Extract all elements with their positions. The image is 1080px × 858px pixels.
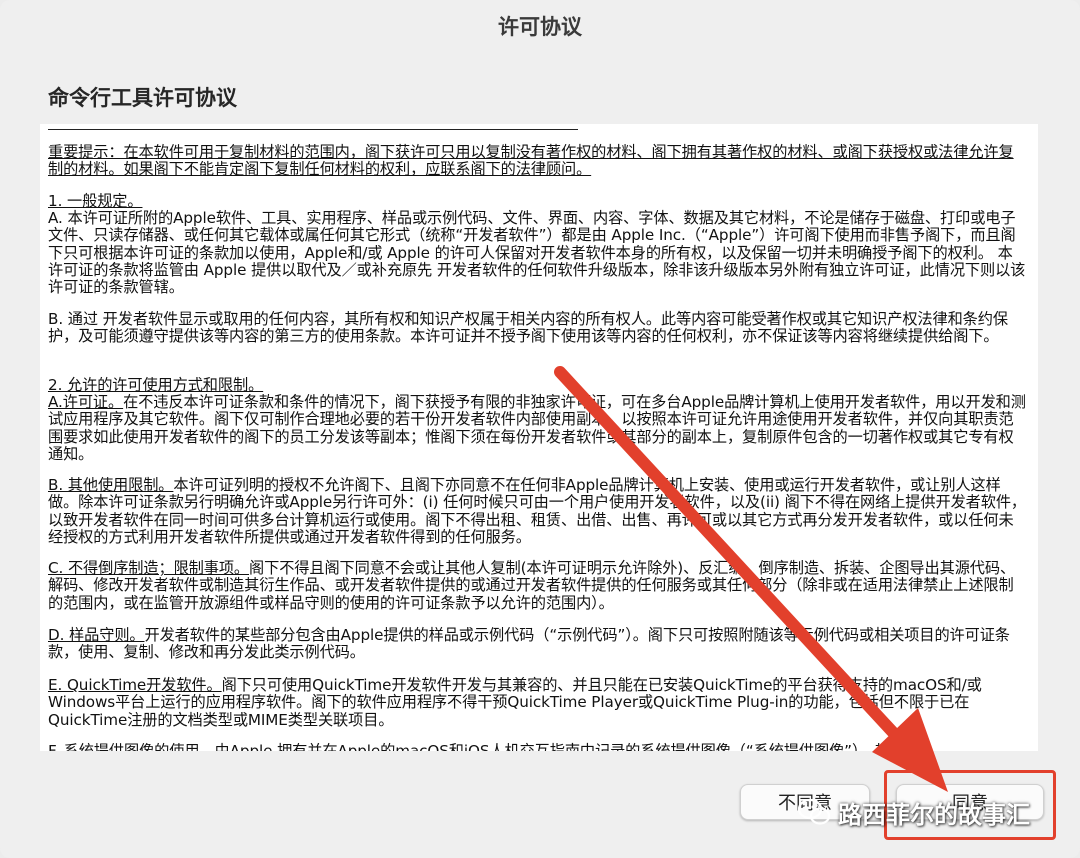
license-text-area[interactable]: 重要提示：在本软件可用于复制材料的范围内，阁下获许可只用以复制没有著作权的材料、… [40,124,1038,751]
license-notice: 重要提示：在本软件可用于复制材料的范围内，阁下获许可只用以复制没有著作权的材料、… [48,143,1014,179]
section-1-title: 1. 一般规定。 [48,192,143,210]
section-2c: C. 不得倒序制造；限制事项。阁下不得且阁下同意不会或让其他人复制(本许可证明示… [48,559,1026,612]
window-title: 许可协议 [498,15,582,39]
title-bar: 许可协议 [0,0,1080,52]
agree-button[interactable]: 同意 [896,784,1044,820]
section-2d: D. 样品守则。开发者软件的某些部分包含由Apple提供的样品或示例代码（“示例… [48,626,1026,662]
section-2b-lead: B. 其他使用限制。 [48,476,174,494]
section-1b-text: B. 通过 开发者软件显示或取用的任何内容，其所有权和知识产权属于相关内容的所有… [48,310,1008,346]
section-2b: B. 其他使用限制。本许可证列明的授权不允许阁下、且阁下亦同意不在任何非Appl… [48,476,1027,546]
section-2d-lead: D. 样品守则。 [48,626,145,644]
section-2a-text: 在不违反本许可证条款和条件的情况下，阁下获授予有限的非独家许可证，可在多台App… [48,393,1026,463]
section-2e: E. QuickTime开发软件。阁下只可使用QuickTime开发软件开发与其… [48,676,1026,729]
section-2d-text: 开发者软件的某些部分包含由Apple提供的样品或示例代码（“示例代码”）。阁下只… [48,626,1010,662]
section-2a-lead: A.许可证。 [48,393,124,411]
section-2f-clipped: F. 系统提供图像的使用。由Apple 拥有并在Apple的macOS和iOS人… [48,742,905,751]
section-1a-text: A. 本许可证所附的Apple软件、工具、实用程序、样品或示例代码、文件、界面、… [48,209,1026,297]
section-2c-lead: C. 不得倒序制造；限制事项。 [48,559,250,577]
page-title: 命令行工具许可协议 [48,86,237,110]
section-2a: A.许可证。在不违反本许可证条款和条件的情况下，阁下获授予有限的非独家许可证，可… [48,393,1026,463]
section-2-title: 2. 允许的许可使用方式和限制。 [48,376,264,394]
license-dialog: 许可协议 命令行工具许可协议 重要提示：在本软件可用于复制材料的范围内，阁下获许… [0,0,1080,858]
section-2b-text: 本许可证列明的授权不允许阁下、且阁下亦同意不在任何非Apple品牌计算机上安装、… [48,476,1027,546]
section-2e-lead: E. QuickTime开发软件。 [48,676,222,694]
clipped-line [48,124,578,130]
disagree-button[interactable]: 不同意 [740,784,870,820]
